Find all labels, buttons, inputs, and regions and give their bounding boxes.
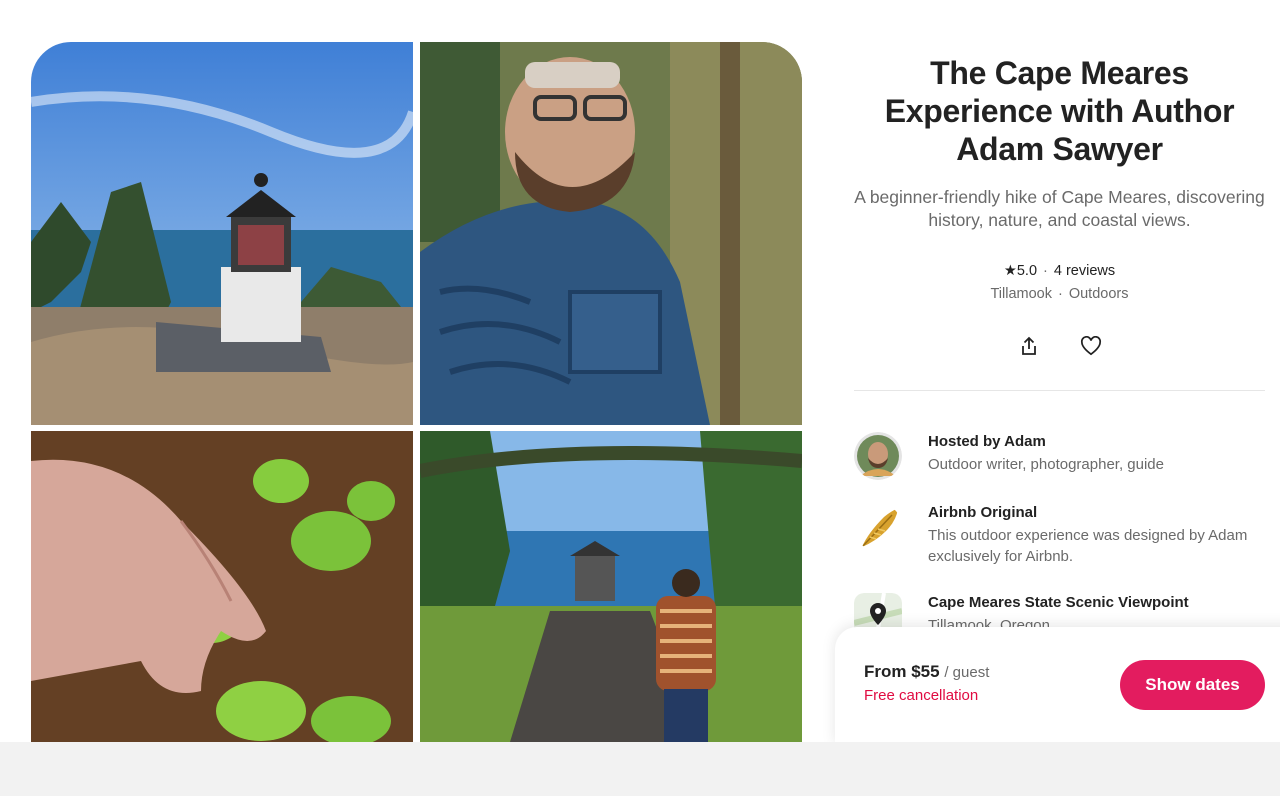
photo-gallery (31, 42, 802, 742)
location-row: Tillamook · Outdoors (854, 283, 1265, 306)
photo-clover-hand[interactable] (31, 431, 413, 742)
feather-icon (854, 503, 902, 551)
listing-meta: ★5.0 · 4 reviews Tillamook · Outdoors (854, 260, 1265, 306)
cancellation-note: Free cancellation (864, 687, 979, 704)
photo-lighthouse-overlook[interactable] (31, 42, 413, 425)
action-row (854, 334, 1265, 358)
share-icon (1021, 336, 1036, 355)
category-link[interactable]: Outdoors (1069, 286, 1129, 302)
dot-separator: · (1043, 263, 1048, 279)
dot-separator: · (1058, 286, 1063, 302)
price-row: From $55 / guest (864, 662, 989, 682)
share-button[interactable] (1017, 334, 1041, 358)
star-icon: ★ (1003, 263, 1017, 279)
feature-title: Hosted by Adam (928, 433, 1046, 450)
rating-row: ★5.0 · 4 reviews (854, 260, 1265, 283)
listing-info: The Cape Meares Experience with Author A… (854, 54, 1265, 358)
save-button[interactable] (1079, 334, 1103, 358)
listing-subtitle: A beginner-friendly hike of Cape Meares,… (854, 187, 1265, 230)
feature-airbnb-original: Airbnb Original This outdoor experience … (854, 503, 1265, 567)
reviews-link[interactable]: 4 reviews (1054, 263, 1115, 279)
booking-bar: From $55 / guest Free cancellation Show … (835, 627, 1280, 745)
show-dates-button[interactable]: Show dates (1120, 660, 1265, 710)
page-bottom-strip (0, 742, 1280, 796)
price-value: From $55 (864, 662, 940, 681)
listing-title: The Cape Meares Experience with Author A… (884, 55, 1235, 167)
host-avatar[interactable] (854, 432, 902, 480)
feature-host[interactable]: Hosted by Adam Outdoor writer, photograp… (854, 432, 1265, 480)
location-link[interactable]: Tillamook (990, 286, 1052, 302)
photo-host-portrait[interactable] (420, 42, 802, 425)
rating-value: 5.0 (1016, 263, 1038, 279)
heart-icon (1080, 336, 1101, 356)
feature-title: Airbnb Original (928, 504, 1038, 521)
section-divider (854, 390, 1265, 391)
feature-desc: Outdoor writer, photographer, guide (928, 456, 1164, 473)
photo-trail-to-lighthouse[interactable] (420, 431, 802, 742)
feature-desc: This outdoor experience was designed by … (928, 527, 1248, 565)
price-unit: / guest (944, 664, 990, 681)
feature-title: Cape Meares State Scenic Viewpoint (928, 594, 1189, 611)
